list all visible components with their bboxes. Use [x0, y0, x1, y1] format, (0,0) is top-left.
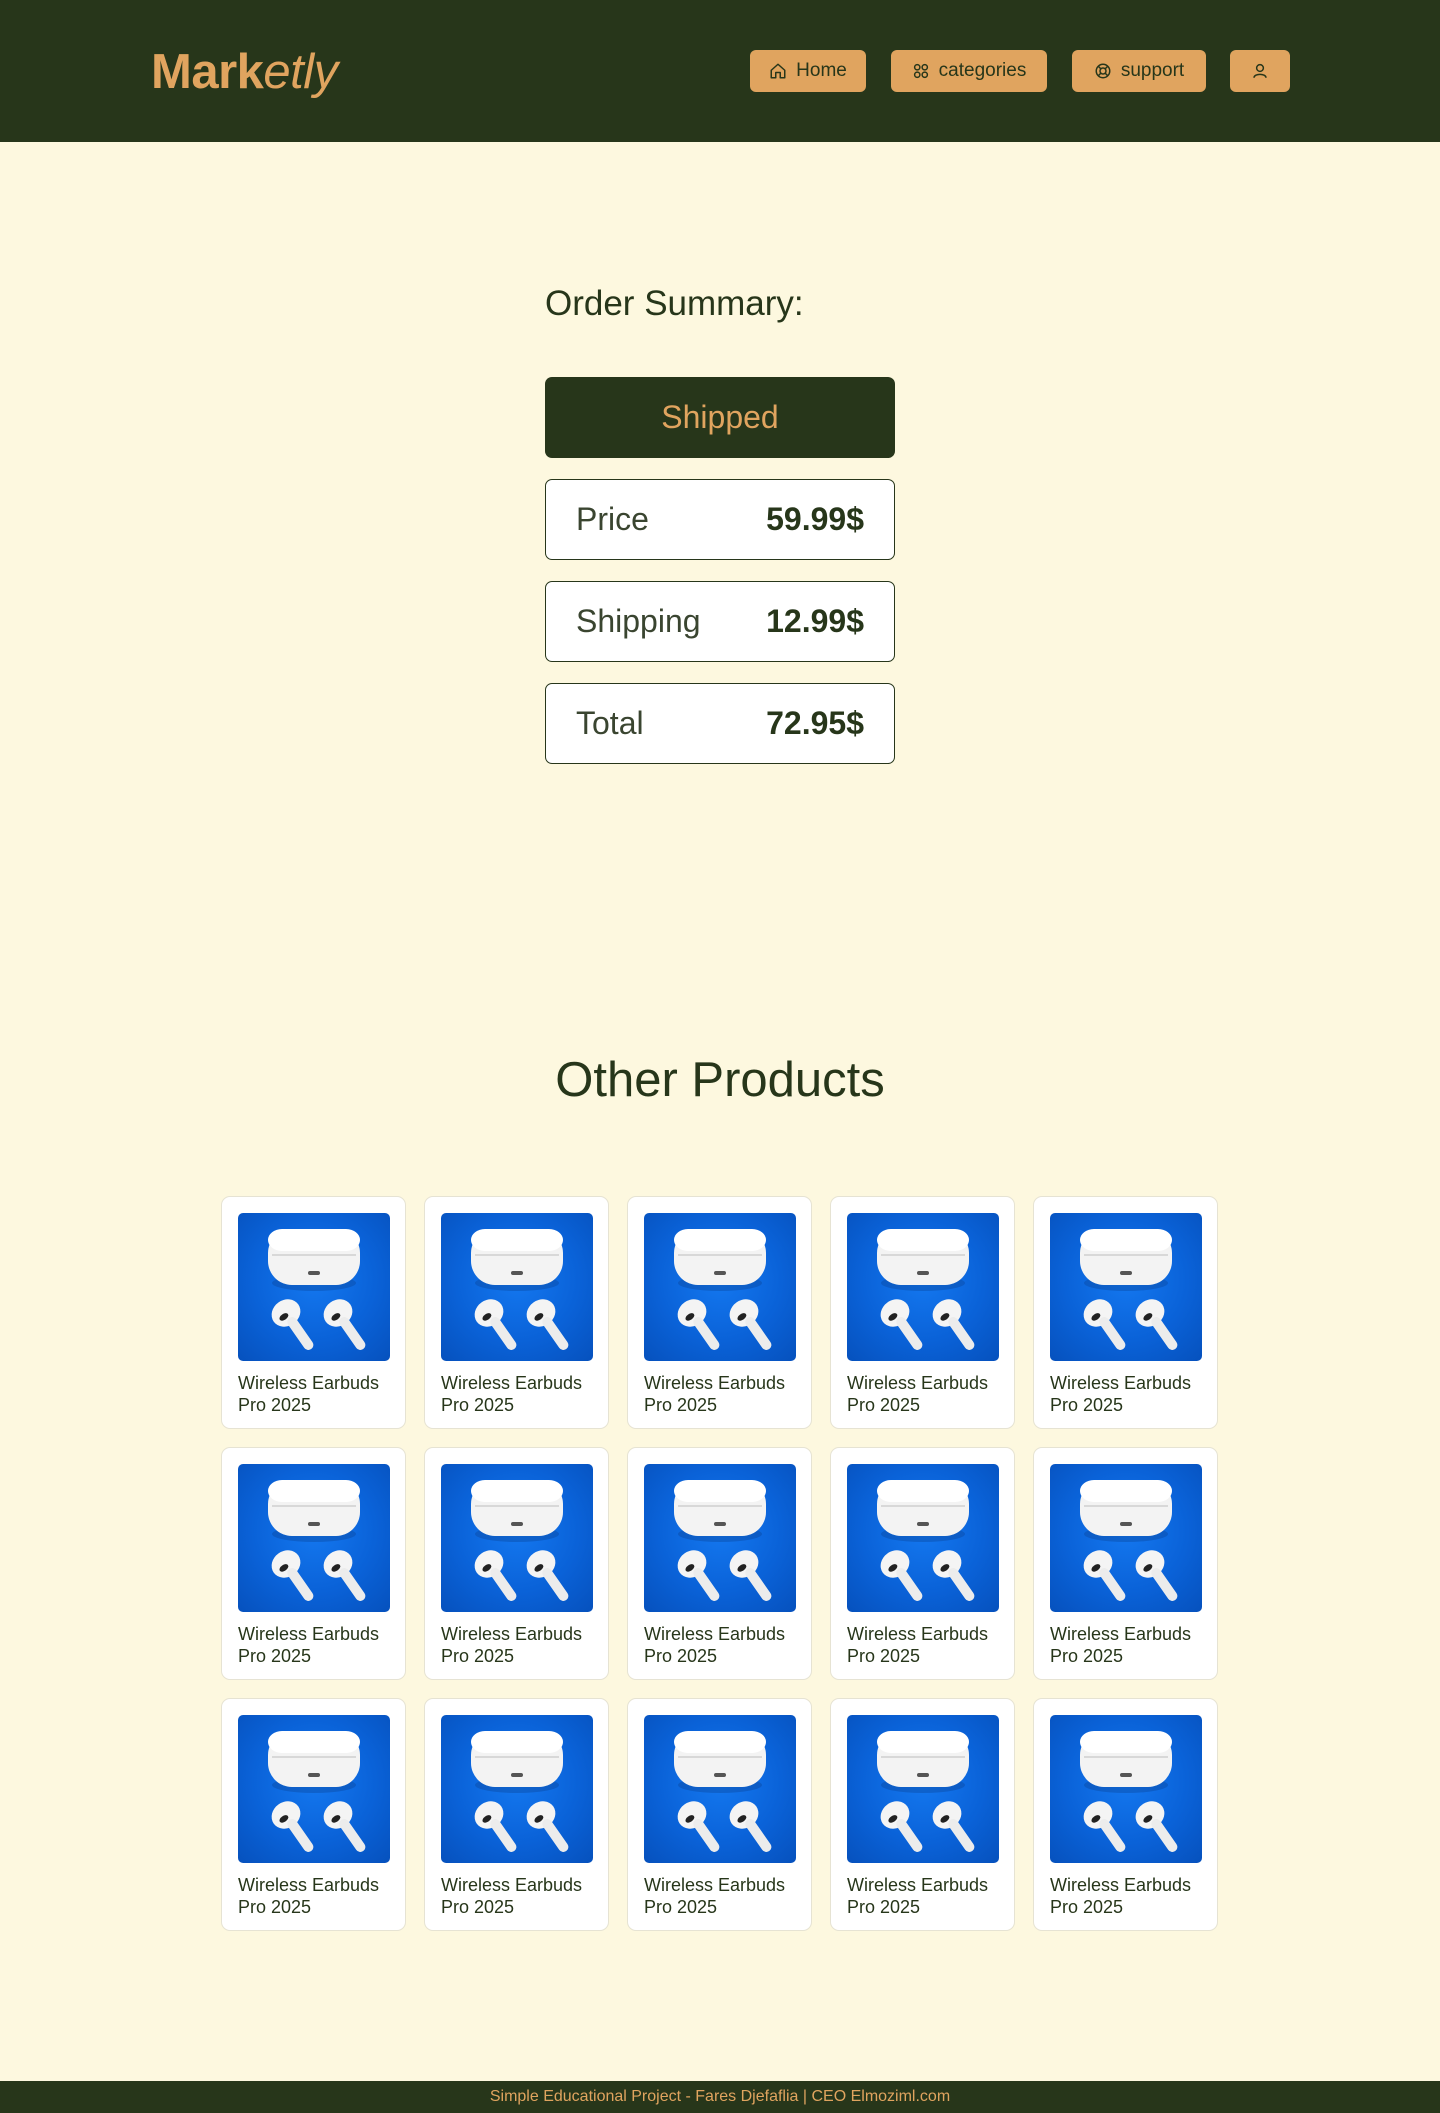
product-card[interactable]: Wireless Earbuds Pro 2025 — [627, 1447, 812, 1680]
nav-home-button[interactable]: Home — [750, 50, 866, 92]
product-card[interactable]: Wireless Earbuds Pro 2025 — [424, 1196, 609, 1429]
brand-logo-italic: etly — [263, 45, 338, 99]
product-name: Wireless Earbuds Pro 2025 — [238, 1875, 380, 1917]
product-name: Wireless Earbuds Pro 2025 — [644, 1373, 786, 1415]
product-card[interactable]: Wireless Earbuds Pro 2025 — [221, 1698, 406, 1931]
product-card[interactable]: Wireless Earbuds Pro 2025 — [627, 1698, 812, 1931]
product-image — [1050, 1464, 1202, 1612]
product-image — [847, 1464, 999, 1612]
product-image — [238, 1213, 390, 1361]
total-label: Total — [576, 705, 644, 741]
product-image — [441, 1464, 593, 1612]
product-name: Wireless Earbuds Pro 2025 — [238, 1373, 380, 1415]
price-label: Price — [576, 501, 649, 537]
earbuds-image — [674, 1229, 772, 1350]
product-name: Wireless Earbuds Pro 2025 — [644, 1875, 786, 1917]
site-footer: Simple Educational Project - Fares Djefa… — [0, 2081, 1440, 2113]
earbuds-image — [877, 1229, 975, 1350]
earbuds-image — [471, 1731, 569, 1852]
product-grid: Wireless Earbuds Pro 2025 Wireless Earbud… — [221, 1196, 1219, 1931]
product-image — [441, 1715, 593, 1863]
earbuds-image — [268, 1731, 366, 1852]
account-button[interactable] — [1230, 50, 1290, 92]
earbuds-image — [877, 1731, 975, 1852]
product-image — [847, 1213, 999, 1361]
shipping-value: 12.99$ — [766, 603, 864, 639]
brand-logo-bold: Mark — [151, 45, 264, 99]
product-image — [644, 1715, 796, 1863]
earbuds-image — [1080, 1480, 1178, 1601]
grid-icon — [913, 63, 928, 79]
product-image — [238, 1715, 390, 1863]
product-image — [644, 1464, 796, 1612]
product-card[interactable]: Wireless Earbuds Pro 2025 — [424, 1698, 609, 1931]
product-name: Wireless Earbuds Pro 2025 — [644, 1624, 786, 1666]
nav-categories-button[interactable]: categories — [891, 50, 1047, 92]
nav-support-button[interactable]: support — [1072, 50, 1206, 92]
product-image — [644, 1213, 796, 1361]
earbuds-image — [674, 1731, 772, 1852]
product-card[interactable]: Wireless Earbuds Pro 2025 — [221, 1196, 406, 1429]
nav-categories-label: categories — [938, 60, 1027, 81]
total-value: 72.95$ — [766, 705, 864, 741]
product-name: Wireless Earbuds Pro 2025 — [441, 1373, 583, 1415]
product-card[interactable]: Wireless Earbuds Pro 2025 — [1033, 1698, 1218, 1931]
earbuds-image — [877, 1480, 975, 1601]
product-name: Wireless Earbuds Pro 2025 — [847, 1373, 989, 1415]
nav-home-label: Home — [796, 60, 847, 81]
earbuds-image — [471, 1480, 569, 1601]
earbuds-image — [268, 1480, 366, 1601]
product-card[interactable]: Wireless Earbuds Pro 2025 — [221, 1447, 406, 1680]
price-value: 59.99$ — [766, 501, 864, 537]
product-name: Wireless Earbuds Pro 2025 — [441, 1624, 583, 1666]
home-icon — [770, 63, 786, 79]
product-card[interactable]: Wireless Earbuds Pro 2025 — [1033, 1447, 1218, 1680]
product-image — [238, 1464, 390, 1612]
product-card[interactable]: Wireless Earbuds Pro 2025 — [627, 1196, 812, 1429]
product-name: Wireless Earbuds Pro 2025 — [1050, 1373, 1192, 1415]
shipping-row: Shipping 12.99$ — [545, 581, 895, 662]
total-row: Total 72.95$ — [545, 683, 895, 764]
earbuds-image — [1080, 1229, 1178, 1350]
brand-logo[interactable]: Marketly — [151, 44, 338, 100]
product-name: Wireless Earbuds Pro 2025 — [847, 1875, 989, 1917]
shipping-label: Shipping — [576, 603, 701, 639]
product-image — [847, 1715, 999, 1863]
order-summary-title: Order Summary: — [545, 284, 804, 323]
lifebuoy-icon — [1095, 63, 1111, 79]
product-card[interactable]: Wireless Earbuds Pro 2025 — [1033, 1196, 1218, 1429]
nav-support-label: support — [1120, 60, 1185, 81]
product-card[interactable]: Wireless Earbuds Pro 2025 — [424, 1447, 609, 1680]
price-row: Price 59.99$ — [545, 479, 895, 560]
site-header: Marketly Home categories support — [0, 0, 1440, 142]
footer-text: Simple Educational Project - Fares Djefa… — [489, 2088, 951, 2105]
user-icon — [1253, 63, 1267, 78]
product-image — [441, 1213, 593, 1361]
other-products-title: Other Products — [555, 1053, 885, 1107]
product-image — [1050, 1213, 1202, 1361]
product-name: Wireless Earbuds Pro 2025 — [441, 1875, 583, 1917]
earbuds-image — [1080, 1731, 1178, 1852]
order-status-badge: Shipped — [545, 377, 895, 458]
product-card[interactable]: Wireless Earbuds Pro 2025 — [830, 1447, 1015, 1680]
product-name: Wireless Earbuds Pro 2025 — [847, 1624, 989, 1666]
product-image — [1050, 1715, 1202, 1863]
product-card[interactable]: Wireless Earbuds Pro 2025 — [830, 1196, 1015, 1429]
earbuds-image — [674, 1480, 772, 1601]
product-card[interactable]: Wireless Earbuds Pro 2025 — [830, 1698, 1015, 1931]
earbuds-image — [268, 1229, 366, 1350]
product-name: Wireless Earbuds Pro 2025 — [1050, 1875, 1192, 1917]
product-name: Wireless Earbuds Pro 2025 — [238, 1624, 380, 1666]
product-name: Wireless Earbuds Pro 2025 — [1050, 1624, 1192, 1666]
earbuds-image — [471, 1229, 569, 1350]
